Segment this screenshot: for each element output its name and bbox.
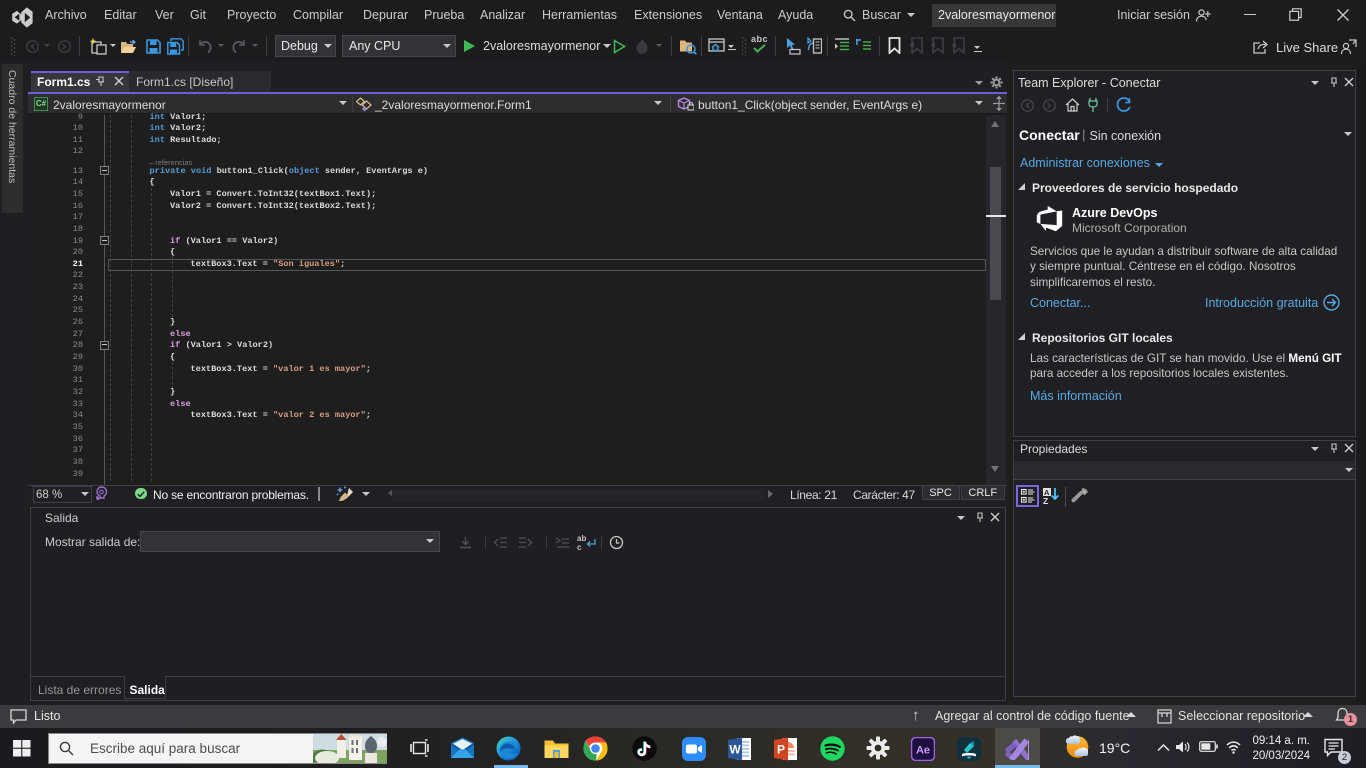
svg-text:W: W bbox=[729, 743, 741, 757]
svg-text:Ae: Ae bbox=[916, 745, 930, 757]
svg-text:P: P bbox=[777, 743, 785, 757]
